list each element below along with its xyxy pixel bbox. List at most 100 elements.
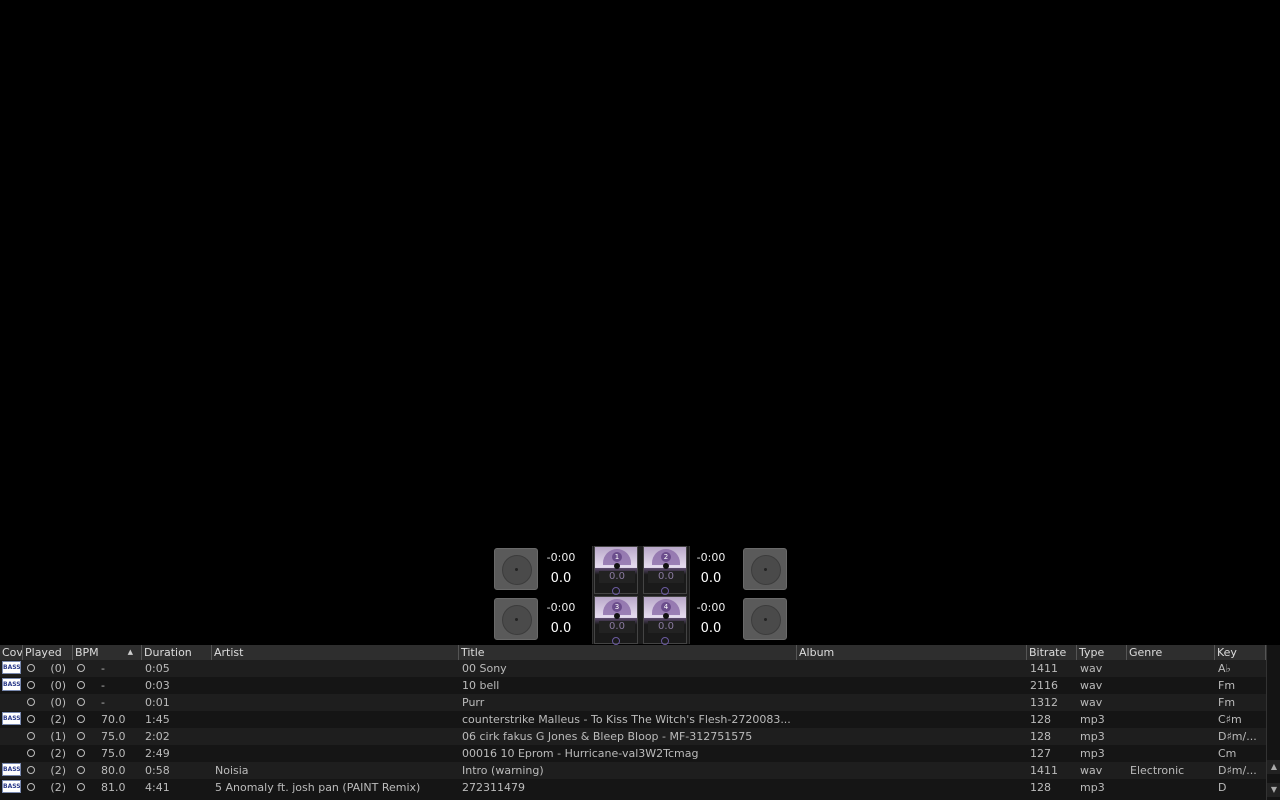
- table-row[interactable]: (0) - 0:01 Purr 1312 wav Fm: [0, 694, 1266, 711]
- duration-cell: 0:03: [145, 679, 170, 692]
- table-row[interactable]: (1) 75.0 2:02 06 cirk fakus G Jones & Bleep…: [0, 728, 1266, 745]
- bpm-lock-checkbox[interactable]: [77, 698, 85, 706]
- genre-cell: [1130, 779, 1213, 796]
- cover-art-thumbnail: BASS: [2, 678, 21, 691]
- library-table: Cov Played BPM ▲ Duration Artist Title A…: [0, 645, 1280, 800]
- column-header-genre[interactable]: Genre: [1127, 645, 1215, 660]
- decks-panel: -0:00 0.0 -0:00 0.0 1 0.0 2 0.0 3 0.0 4: [493, 546, 787, 645]
- bpm-lock-checkbox[interactable]: [77, 715, 85, 723]
- bpm-lock-checkbox[interactable]: [77, 664, 85, 672]
- needle-icon: [614, 613, 620, 619]
- column-header-played[interactable]: Played: [23, 645, 73, 660]
- bpm-cell: 75.0: [101, 730, 126, 743]
- column-header-type[interactable]: Type: [1077, 645, 1127, 660]
- table-row[interactable]: BASS (2) 70.0 1:45 counterstrike Malleus - T…: [0, 711, 1266, 728]
- bitrate-cell: 128: [1030, 713, 1051, 726]
- bpm-lock-checkbox[interactable]: [77, 732, 85, 740]
- vu-meter-2: 2 0.0: [643, 546, 687, 595]
- cover-art-thumbnail: BASS: [2, 712, 21, 725]
- sync-indicator-icon[interactable]: [661, 637, 669, 645]
- type-cell: mp3: [1080, 713, 1105, 726]
- cover-art-thumbnail: BASS: [2, 661, 21, 674]
- sort-ascending-icon: ▲: [127, 648, 133, 656]
- type-cell: wav: [1080, 679, 1103, 692]
- table-row[interactable]: BASS (2) 80.0 0:58 Noisia Intro (warning) 1411…: [0, 762, 1266, 779]
- column-header-album[interactable]: Album: [797, 645, 1027, 660]
- table-row[interactable]: (2) 75.0 2:49 00016 10 Eprom - Hurricane-va…: [0, 745, 1266, 762]
- sync-indicator-icon[interactable]: [612, 587, 620, 595]
- artist-cell: 5 Anomaly ft. josh pan (PAINT Remix): [215, 781, 421, 794]
- bpm-cell: -: [101, 696, 105, 709]
- vu-value: 0.0: [648, 571, 684, 583]
- duration-cell: 2:49: [145, 747, 170, 760]
- played-count-cell: (2): [50, 781, 66, 794]
- bpm-lock-checkbox[interactable]: [77, 766, 85, 774]
- album-cell: [800, 694, 1025, 711]
- bitrate-cell: 1312: [1030, 696, 1058, 709]
- key-cell: D♯m/...: [1218, 730, 1257, 743]
- deck-number-badge: 4: [661, 602, 671, 612]
- artist-cell: Noisia: [215, 764, 249, 777]
- artist-cell: [215, 728, 455, 745]
- album-cell: [800, 728, 1025, 745]
- column-header-duration[interactable]: Duration: [142, 645, 212, 660]
- bpm-lock-checkbox[interactable]: [77, 681, 85, 689]
- key-cell: A♭: [1218, 662, 1231, 675]
- key-cell: D♯m/...: [1218, 764, 1257, 777]
- played-checkbox[interactable]: [27, 664, 35, 672]
- artist-cell: [215, 745, 455, 762]
- vu-value: 0.0: [648, 621, 684, 633]
- bpm-lock-checkbox[interactable]: [77, 749, 85, 757]
- bitrate-cell: 1411: [1030, 764, 1058, 777]
- type-cell: mp3: [1080, 730, 1105, 743]
- column-header-cover[interactable]: Cov: [0, 645, 23, 660]
- artist-cell: [215, 660, 455, 677]
- scroll-down-icon[interactable]: ▼: [1267, 783, 1280, 797]
- cover-art-thumbnail: BASS: [2, 780, 21, 793]
- played-checkbox[interactable]: [27, 749, 35, 757]
- column-header-key[interactable]: Key: [1215, 645, 1266, 660]
- column-header-bpm[interactable]: BPM ▲: [73, 645, 142, 660]
- table-header: Cov Played BPM ▲ Duration Artist Title A…: [0, 645, 1266, 661]
- played-checkbox[interactable]: [27, 766, 35, 774]
- deck-number-badge: 3: [612, 602, 622, 612]
- table-row[interactable]: BASS (0) - 0:03 10 bell 2116 wav Fm: [0, 677, 1266, 694]
- key-cell: Fm: [1218, 679, 1236, 692]
- artist-cell: [215, 694, 455, 711]
- vu-meter-4: 4 0.0: [643, 596, 687, 645]
- deck3-spinny[interactable]: [494, 598, 538, 640]
- scroll-up-icon[interactable]: ▲: [1267, 760, 1280, 774]
- deck1-spinny[interactable]: [494, 548, 538, 590]
- deck4-spinny[interactable]: [743, 598, 787, 640]
- bitrate-cell: 128: [1030, 730, 1051, 743]
- deck2-spinny[interactable]: [743, 548, 787, 590]
- sync-indicator-icon[interactable]: [612, 637, 620, 645]
- bitrate-cell: 1411: [1030, 662, 1058, 675]
- column-header-artist[interactable]: Artist: [212, 645, 459, 660]
- played-checkbox[interactable]: [27, 715, 35, 723]
- artist-cell: [215, 711, 455, 728]
- bpm-cell: 81.0: [101, 781, 126, 794]
- needle-icon: [663, 613, 669, 619]
- genre-cell: [1130, 728, 1213, 745]
- vertical-scrollbar[interactable]: ▲ ▼: [1266, 645, 1280, 800]
- title-cell: 272311479: [462, 781, 525, 794]
- title-cell: 06 cirk fakus G Jones & Bleep Bloop - MF…: [462, 730, 753, 743]
- column-header-title[interactable]: Title: [459, 645, 797, 660]
- played-checkbox[interactable]: [27, 783, 35, 791]
- album-cell: [800, 660, 1025, 677]
- type-cell: wav: [1080, 764, 1103, 777]
- table-row[interactable]: BASS (0) - 0:05 00 Sony 1411 wav A♭: [0, 660, 1266, 677]
- played-checkbox[interactable]: [27, 732, 35, 740]
- title-cell: Intro (warning): [462, 764, 544, 777]
- deck-number-badge: 1: [612, 552, 622, 562]
- bpm-lock-checkbox[interactable]: [77, 783, 85, 791]
- played-checkbox[interactable]: [27, 698, 35, 706]
- sync-indicator-icon[interactable]: [661, 587, 669, 595]
- deck2-bpm: 0.0: [700, 571, 722, 586]
- key-cell: Fm: [1218, 696, 1236, 709]
- played-count-cell: (0): [50, 679, 66, 692]
- column-header-bitrate[interactable]: Bitrate: [1027, 645, 1077, 660]
- played-checkbox[interactable]: [27, 681, 35, 689]
- table-row[interactable]: BASS (2) 81.0 4:41 5 Anomaly ft. josh pan (P…: [0, 779, 1266, 796]
